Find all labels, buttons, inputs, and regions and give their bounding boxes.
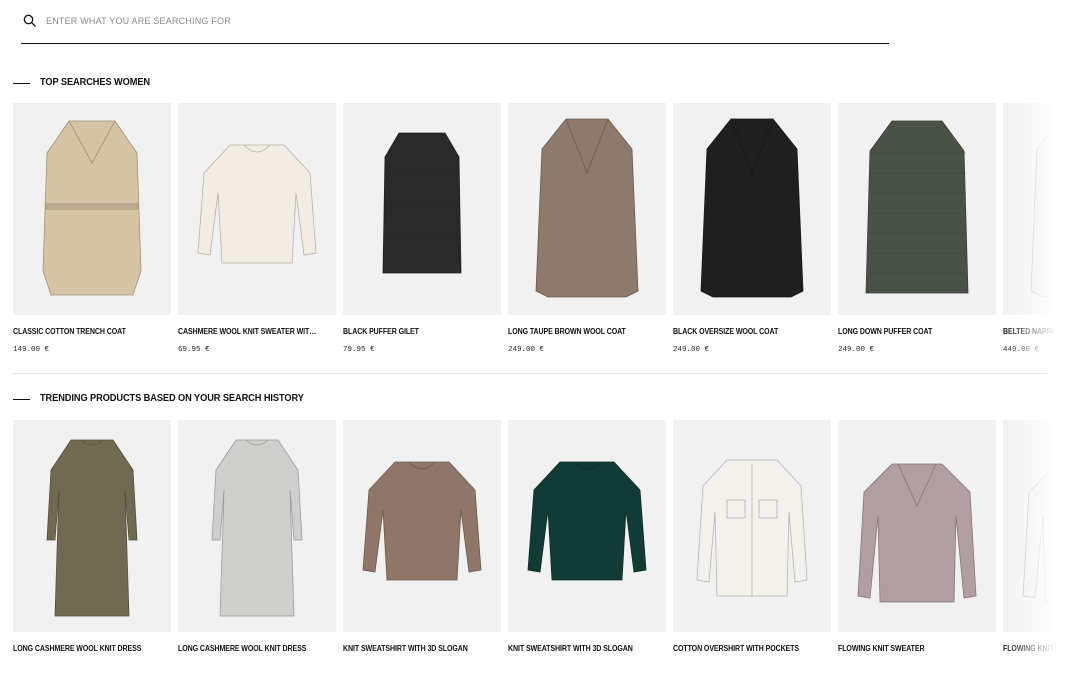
product-card[interactable]: BLACK OVERSIZE WOOL COAT 249.00 € — [673, 103, 831, 354]
product-name[interactable]: FLOWING KNIT SWEATER — [838, 644, 979, 653]
product-image[interactable] — [343, 420, 501, 632]
product-image[interactable] — [13, 420, 171, 632]
product-card[interactable]: FLOWING KNIT SWEATER — [1003, 420, 1053, 653]
product-name[interactable]: BLACK OVERSIZE WOOL COAT — [673, 327, 814, 336]
product-name[interactable]: CASHMERE WOOL KNIT SWEATER WITH A POLO C… — [178, 327, 319, 336]
product-name[interactable]: FLOWING KNIT SWEATER — [1003, 644, 1053, 653]
product-name[interactable]: BLACK PUFFER GILET — [343, 327, 484, 336]
product-name[interactable]: LONG CASHMERE WOOL KNIT DRESS — [13, 644, 154, 653]
search-icon[interactable] — [23, 14, 37, 28]
search-input[interactable] — [46, 12, 846, 30]
trending-section: TRENDING PRODUCTS BASED ON YOUR SEARCH H… — [13, 392, 1047, 408]
product-card[interactable]: KNIT SWEATSHIRT WITH 3D SLOGAN — [343, 420, 501, 653]
section-dash — [13, 83, 30, 84]
product-carousel-trending[interactable]: LONG CASHMERE WOOL KNIT DRESS LONG CASHME… — [13, 420, 1053, 680]
product-image[interactable] — [178, 103, 336, 315]
product-image[interactable] — [673, 420, 831, 632]
section-header: TOP SEARCHES WOMEN — [13, 76, 1047, 92]
product-name[interactable]: LONG TAUPE BROWN WOOL COAT — [508, 327, 649, 336]
product-card[interactable]: KNIT SWEATSHIRT WITH 3D SLOGAN — [508, 420, 666, 653]
product-price: 249.00 € — [838, 346, 875, 354]
product-name[interactable]: LONG DOWN PUFFER COAT — [838, 327, 979, 336]
product-carousel-top-searches[interactable]: CLASSIC COTTON TRENCH COAT 149.00 € CASHME… — [13, 103, 1053, 363]
product-name[interactable]: LONG CASHMERE WOOL KNIT DRESS — [178, 644, 319, 653]
product-name[interactable]: KNIT SWEATSHIRT WITH 3D SLOGAN — [343, 644, 484, 653]
product-price: 249.00 € — [673, 346, 710, 354]
product-card[interactable]: LONG DOWN PUFFER COAT 249.00 € — [838, 103, 996, 354]
product-card[interactable]: FLOWING KNIT SWEATER — [838, 420, 996, 653]
product-card[interactable]: BELTED NAPPA LEATHER COAT 449.00 € — [1003, 103, 1053, 354]
product-card[interactable]: LONG TAUPE BROWN WOOL COAT 249.00 € — [508, 103, 666, 354]
product-card[interactable]: LONG CASHMERE WOOL KNIT DRESS — [178, 420, 336, 653]
product-price: 449.00 € — [1003, 346, 1040, 354]
product-name[interactable]: CLASSIC COTTON TRENCH COAT — [13, 327, 154, 336]
top-searches-section: TOP SEARCHES WOMEN — [13, 76, 1047, 92]
product-card[interactable]: CLASSIC COTTON TRENCH COAT 149.00 € — [13, 103, 171, 354]
product-price: 69.95 € — [178, 346, 210, 354]
product-price: 149.00 € — [13, 346, 50, 354]
product-image[interactable] — [13, 103, 171, 315]
section-dash — [13, 399, 30, 400]
product-image[interactable] — [508, 420, 666, 632]
section-title: TRENDING PRODUCTS BASED ON YOUR SEARCH H… — [40, 392, 304, 404]
product-image[interactable] — [838, 103, 996, 315]
product-image[interactable] — [178, 420, 336, 632]
section-title: TOP SEARCHES WOMEN — [40, 76, 150, 88]
section-header: TRENDING PRODUCTS BASED ON YOUR SEARCH H… — [13, 392, 1047, 408]
product-image[interactable] — [1003, 420, 1053, 632]
product-image[interactable] — [1003, 103, 1053, 315]
product-price: 249.00 € — [508, 346, 545, 354]
product-name[interactable]: COTTON OVERSHIRT WITH POCKETS — [673, 644, 814, 653]
product-card[interactable]: BLACK PUFFER GILET 79.95 € — [343, 103, 501, 354]
search-bar — [21, 0, 889, 44]
product-name[interactable]: KNIT SWEATSHIRT WITH 3D SLOGAN — [508, 644, 649, 653]
product-image[interactable] — [508, 103, 666, 315]
product-card[interactable]: LONG CASHMERE WOOL KNIT DRESS — [13, 420, 171, 653]
product-price: 79.95 € — [343, 346, 375, 354]
product-card[interactable]: CASHMERE WOOL KNIT SWEATER WITH A POLO C… — [178, 103, 336, 354]
product-image[interactable] — [838, 420, 996, 632]
product-image[interactable] — [343, 103, 501, 315]
section-divider — [13, 373, 1047, 374]
product-name[interactable]: BELTED NAPPA LEATHER COAT — [1003, 327, 1053, 336]
product-card[interactable]: COTTON OVERSHIRT WITH POCKETS — [673, 420, 831, 653]
product-image[interactable] — [673, 103, 831, 315]
